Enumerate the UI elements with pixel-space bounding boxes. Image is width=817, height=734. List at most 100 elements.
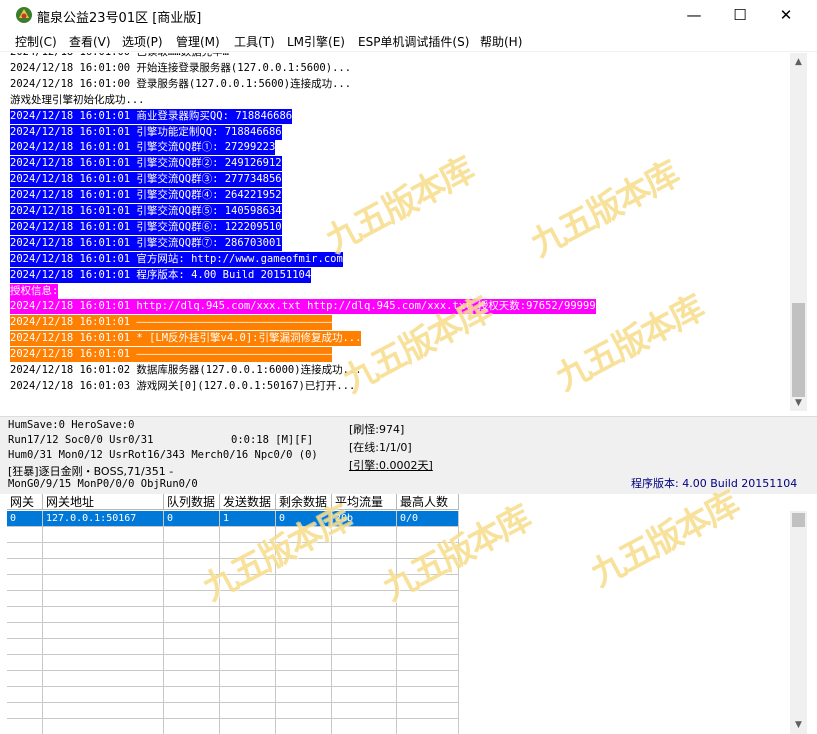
refresh-monster-count: [刷怪:974] [349, 423, 405, 436]
empty-cell [397, 703, 459, 719]
empty-cell [7, 527, 43, 543]
empty-cell [276, 719, 332, 734]
menu-bar: 控制(C) 查看(V) 选项(P) 管理(M) 工具(T) LM引擎(E) ES… [0, 30, 817, 52]
empty-table-row [7, 623, 459, 639]
menu-options[interactable]: 选项(P) [122, 33, 163, 50]
empty-cell [7, 575, 43, 591]
cell-gateway: 0 [7, 511, 43, 527]
cell-address: 127.0.0.1:50167 [43, 511, 164, 527]
engine-days[interactable]: [引擎:0.0002天] [349, 457, 433, 473]
empty-cell [43, 703, 164, 719]
log-scroll-thumb[interactable] [792, 303, 805, 397]
empty-cell [276, 639, 332, 655]
table-scroll-thumb[interactable] [792, 513, 805, 527]
empty-cell [7, 639, 43, 655]
app-icon [16, 7, 32, 23]
column-header-gateway[interactable]: 网关 [7, 494, 43, 510]
log-line: 2024/12/18 16:01:01 ————————————————————… [10, 347, 333, 363]
table-scroll-down-icon[interactable]: ▼ [790, 716, 807, 733]
empty-table-row [7, 607, 459, 623]
empty-cell [164, 623, 220, 639]
log-line: 2024/12/18 16:01:01 ————————————————————… [10, 315, 333, 331]
empty-table-row [7, 719, 459, 734]
log-line: 2024/12/18 16:01:01 引擎交流QQ群⑤: 140598634 [10, 204, 282, 219]
menu-control[interactable]: 控制(C) [15, 33, 57, 50]
table-row[interactable]: 0 127.0.0.1:50167 0 1 0 20b 0/0 [7, 511, 459, 527]
column-header-address[interactable]: 网关地址 [43, 494, 164, 510]
empty-cell [220, 623, 276, 639]
empty-cell [43, 575, 164, 591]
empty-cell [276, 623, 332, 639]
empty-cell [276, 607, 332, 623]
cell-sent: 1 [220, 511, 276, 527]
save-status: HumSave:0 HeroSave:0 [8, 419, 135, 431]
empty-cell [332, 655, 397, 671]
log-line: 2024/12/18 16:01:00 开始连接登录服务器(127.0.0.1:… [10, 61, 352, 74]
column-header-queue[interactable]: 队列数据 [164, 494, 220, 510]
empty-cell [7, 607, 43, 623]
empty-cell [397, 607, 459, 623]
log-line: 2024/12/18 16:01:01 引擎交流QQ群①: 27299223 [10, 140, 276, 156]
empty-cell [7, 559, 43, 575]
empty-cell [164, 527, 220, 543]
empty-cell [43, 527, 164, 543]
scroll-up-icon[interactable]: ▲ [790, 53, 807, 70]
empty-cell [220, 719, 276, 734]
empty-table-row [7, 655, 459, 671]
menu-lm-engine[interactable]: LM引擎(E) [287, 33, 345, 50]
log-line: 2024/12/18 16:01:03 游戏网关[0](127.0.0.1:50… [10, 379, 356, 392]
maximize-button[interactable]: ☐ [717, 0, 763, 30]
empty-cell [7, 655, 43, 671]
empty-cell [332, 623, 397, 639]
log-line: 2024/12/18 16:01:01 * [LM反外挂引擎v4.0]:引擎漏洞… [10, 331, 362, 347]
minimize-icon: — [686, 6, 702, 24]
empty-cell [397, 623, 459, 639]
empty-cell [164, 703, 220, 719]
menu-tools[interactable]: 工具(T) [234, 33, 275, 50]
scroll-down-icon[interactable]: ▼ [790, 394, 807, 411]
maximize-icon: ☐ [733, 6, 747, 24]
empty-cell [43, 543, 164, 559]
empty-cell [164, 607, 220, 623]
log-line: 游戏处理引擎初始化成功... [10, 93, 145, 106]
monster-status: MonG0/9/15 MonP0/0/0 ObjRun0/0 [8, 478, 198, 490]
empty-cell [43, 591, 164, 607]
log-line: 2024/12/18 16:01:01 引擎交流QQ群⑥: 122209510 [10, 219, 282, 235]
log-line: 2024/12/18 16:01:01 引擎交流QQ群⑦: 286703001 [10, 235, 282, 251]
empty-cell [332, 703, 397, 719]
empty-cell [43, 655, 164, 671]
column-header-sent[interactable]: 发送数据 [220, 494, 276, 510]
empty-cell [7, 703, 43, 719]
online-count: [在线:1/1/0] [349, 441, 412, 454]
empty-cell [43, 623, 164, 639]
empty-cell [43, 639, 164, 655]
empty-cell [7, 719, 43, 734]
empty-cell [332, 687, 397, 703]
empty-cell [332, 671, 397, 687]
uptime-timer: 0:0:18 [M][F] [231, 434, 314, 446]
table-scrollbar[interactable]: ▼ [790, 511, 807, 734]
menu-view[interactable]: 查看(V) [69, 33, 111, 50]
menu-manage[interactable]: 管理(M) [176, 33, 220, 50]
empty-cell [43, 607, 164, 623]
close-button[interactable]: ✕ [763, 0, 809, 30]
column-header-max-players[interactable]: 最高人数 [397, 494, 459, 510]
empty-table-row [7, 527, 459, 543]
empty-cell [220, 639, 276, 655]
empty-cell [397, 671, 459, 687]
empty-cell [332, 607, 397, 623]
log-line: 2024/12/18 16:01:01 http://dlq.945.com/x… [10, 299, 596, 315]
empty-cell [276, 591, 332, 607]
log-line: 2024/12/18 16:01:02 数据库服务器(127.0.0.1:600… [10, 364, 362, 376]
menu-esp-plugin[interactable]: ESP单机调试插件(S) [358, 33, 469, 50]
log-line: 2024/12/18 16:01:01 官方网站: http://www.gam… [10, 251, 343, 267]
minimize-button[interactable]: — [671, 0, 717, 30]
empty-cell [43, 559, 164, 575]
log-line: 2024/12/18 16:01:01 商业登录器购买QQ: 718846686 [10, 108, 293, 124]
log-line: 2024/12/18 16:01:01 引擎交流QQ群③: 277734856 [10, 172, 282, 188]
status-panel: HumSave:0 HeroSave:0 Run17/12 Soc0/0 Usr… [0, 416, 817, 494]
empty-cell [7, 591, 43, 607]
empty-cell [7, 543, 43, 559]
menu-help[interactable]: 帮助(H) [480, 33, 522, 50]
log-scrollbar[interactable]: ▲ ▼ [790, 53, 807, 411]
